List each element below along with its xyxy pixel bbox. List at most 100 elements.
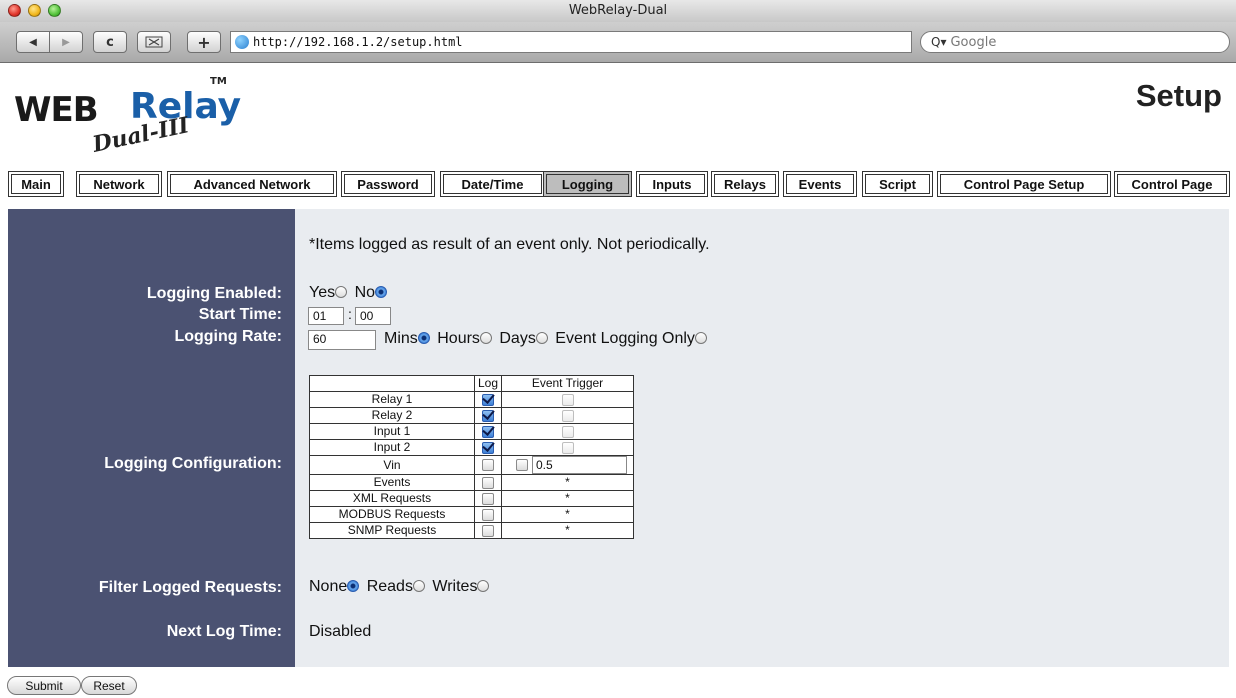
start-time-hour-input[interactable]: 01 <box>308 307 344 325</box>
row-name: MODBUS Requests <box>309 506 475 523</box>
rate-hours-radio[interactable] <box>479 332 492 344</box>
event-trigger-cell: * <box>501 474 634 491</box>
log-checkbox[interactable] <box>482 476 494 489</box>
event-trigger-checkbox[interactable] <box>516 459 528 471</box>
writes-label: Writes <box>432 578 478 595</box>
event-only-label: Event Logging Only <box>555 330 695 347</box>
logging-enabled-yes-radio[interactable] <box>335 286 348 298</box>
days-label: Days <box>499 330 536 347</box>
log-checkbox[interactable] <box>482 492 494 505</box>
table-row: Events * <box>309 474 634 491</box>
vin-threshold-input[interactable]: 0.5 <box>532 456 627 474</box>
table-header-row: Log Event Trigger <box>309 375 634 392</box>
back-button[interactable]: ◀ <box>16 31 50 53</box>
log-cell <box>474 490 502 507</box>
event-trigger-cell <box>501 391 634 408</box>
table-row: XML Requests * <box>309 490 634 507</box>
rate-event-only-radio[interactable] <box>694 332 707 344</box>
row-name: Relay 2 <box>309 407 475 424</box>
filter-writes-radio[interactable] <box>477 580 490 592</box>
event-trigger-cell <box>501 439 634 456</box>
row-name: Relay 1 <box>309 391 475 408</box>
event-trigger-checkbox[interactable] <box>561 441 574 454</box>
header-blank <box>309 375 475 392</box>
none-label: None <box>309 578 348 595</box>
no-label: No <box>354 284 376 301</box>
log-checkbox[interactable] <box>482 508 494 521</box>
logging-enabled-no-radio[interactable] <box>375 286 388 298</box>
tab-network[interactable]: Network <box>76 171 162 197</box>
event-trigger-cell <box>501 407 634 424</box>
filter-none-radio[interactable] <box>347 580 360 592</box>
logging-rate-options: Mins Hours Days Event Logging Only <box>384 330 710 348</box>
log-checkbox[interactable] <box>482 524 494 537</box>
reset-button[interactable]: Reset <box>81 676 137 695</box>
url-text: http://192.168.1.2/setup.html <box>253 35 463 49</box>
table-row: SNMP Requests * <box>309 522 634 539</box>
filter-reads-radio[interactable] <box>412 580 425 592</box>
tab-inputs[interactable]: Inputs <box>636 171 708 197</box>
search-icon: Q▾ <box>931 35 947 49</box>
add-bookmark-button[interactable]: + <box>187 31 221 53</box>
reload-icon: c <box>106 34 114 50</box>
row-name: Input 1 <box>309 423 475 440</box>
start-time-minute-input[interactable]: 00 <box>355 307 391 325</box>
tab-script[interactable]: Script <box>862 171 933 197</box>
log-cell <box>474 522 502 539</box>
tab-events[interactable]: Events <box>783 171 857 197</box>
logging-enabled-label: Logging Enabled: <box>146 285 282 302</box>
tab-password[interactable]: Password <box>341 171 435 197</box>
rate-days-radio[interactable] <box>535 332 548 344</box>
tab-label: Control Page <box>1131 176 1213 192</box>
table-row: Vin 0.5 <box>309 455 634 475</box>
logging-enabled-options: Yes No <box>309 284 390 302</box>
tab-control-page[interactable]: Control Page <box>1114 171 1230 197</box>
row-name: SNMP Requests <box>309 522 475 539</box>
forward-button[interactable]: ▶ <box>49 31 83 53</box>
tab-label: Script <box>879 176 916 192</box>
logging-rate-input[interactable]: 60 <box>308 330 376 350</box>
tab-label: Advanced Network <box>193 176 311 192</box>
page-title: Setup <box>1135 78 1222 113</box>
tab-label: Logging <box>561 176 614 192</box>
log-checkbox[interactable] <box>482 409 494 422</box>
log-cell <box>474 474 502 491</box>
table-row: Relay 2 <box>309 407 634 424</box>
tab-logging[interactable]: Logging <box>543 171 632 197</box>
log-checkbox[interactable] <box>482 425 494 438</box>
rate-mins-radio[interactable] <box>417 332 430 344</box>
event-note: *Items logged as result of an event only… <box>309 236 710 253</box>
address-bar[interactable]: http://192.168.1.2/setup.html <box>230 31 912 53</box>
browser-toolbar: ◀ ▶ c + http://192.168.1.2/setup.html Q▾… <box>0 22 1236 63</box>
event-trigger-checkbox[interactable] <box>561 425 574 438</box>
log-cell <box>474 423 502 440</box>
filter-logged-requests-label: Filter Logged Requests: <box>98 579 282 596</box>
log-checkbox[interactable] <box>482 441 494 454</box>
filter-options: None Reads Writes <box>309 578 492 596</box>
reload-button[interactable]: c <box>93 31 127 53</box>
table-row: Input 2 <box>309 439 634 456</box>
label-column: Logging Enabled: Start Time: Logging Rat… <box>8 209 295 667</box>
tab-main[interactable]: Main <box>8 171 64 197</box>
snapback-button[interactable] <box>137 31 171 53</box>
event-trigger-checkbox[interactable] <box>561 409 574 422</box>
search-field[interactable]: Q▾ Google <box>920 31 1230 53</box>
submit-button[interactable]: Submit <box>7 676 81 695</box>
header-event-trigger: Event Trigger <box>501 375 634 392</box>
tab-control-page-setup[interactable]: Control Page Setup <box>937 171 1111 197</box>
tab-advanced-network[interactable]: Advanced Network <box>167 171 337 197</box>
table-row: Input 1 <box>309 423 634 440</box>
row-name: XML Requests <box>309 490 475 507</box>
row-name: Vin <box>309 455 475 475</box>
tab-label: Control Page Setup <box>963 176 1085 192</box>
event-trigger-cell: * <box>501 490 634 507</box>
log-checkbox[interactable] <box>482 459 494 472</box>
next-log-time-value: Disabled <box>309 623 372 640</box>
logo-tm: TM <box>210 76 227 87</box>
event-trigger-cell: * <box>501 506 634 523</box>
tab-date-time[interactable]: Date/Time <box>440 171 545 197</box>
event-trigger-checkbox[interactable] <box>561 393 574 406</box>
log-checkbox[interactable] <box>482 393 494 406</box>
log-cell <box>474 439 502 456</box>
tab-relays[interactable]: Relays <box>711 171 779 197</box>
